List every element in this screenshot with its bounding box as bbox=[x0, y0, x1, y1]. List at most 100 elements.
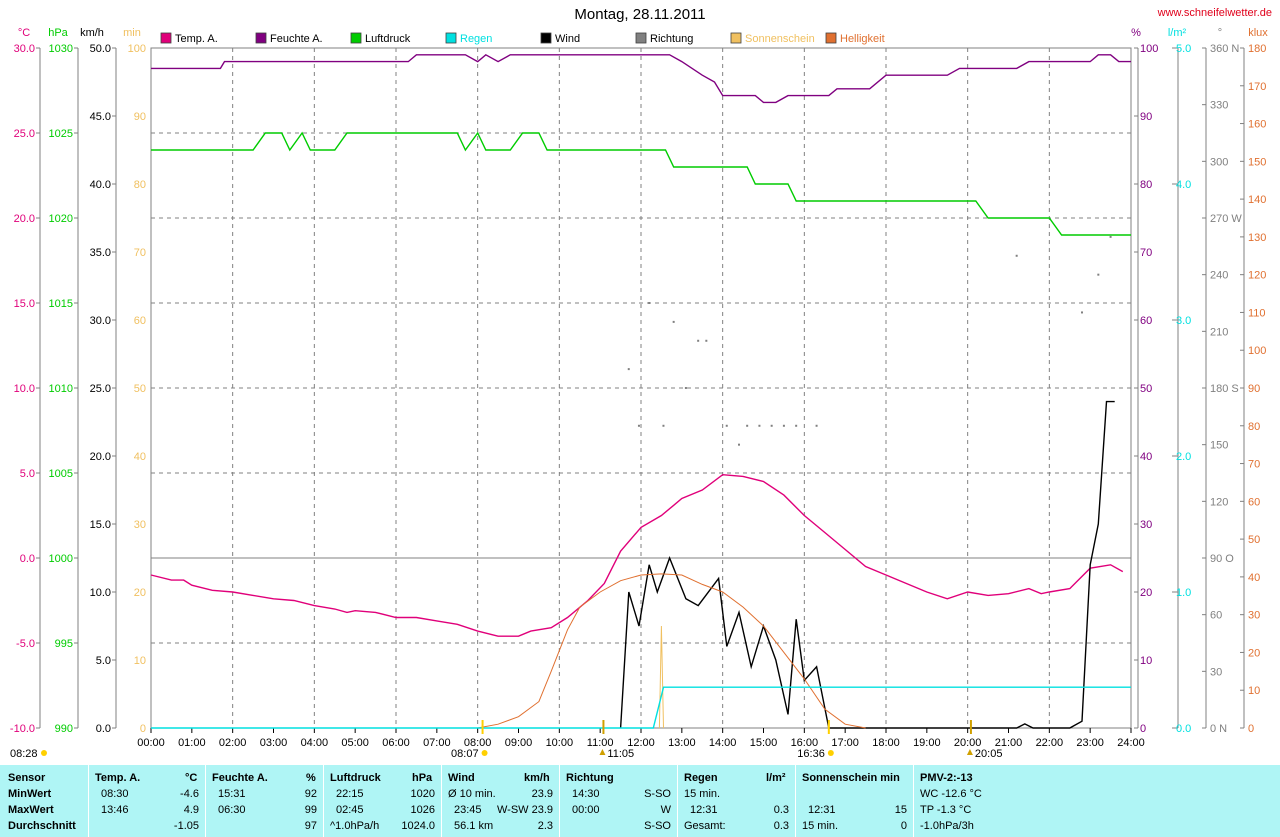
label-maxwert: MaxWert bbox=[8, 804, 54, 816]
direction-point bbox=[697, 339, 700, 342]
direction-point bbox=[684, 387, 687, 389]
legend: Temp. A. Feuchte A. Luftdruck Regen Wind Rich… bbox=[160, 32, 885, 45]
direction-point bbox=[662, 424, 665, 427]
x-tick-label: 10:00 bbox=[546, 737, 574, 749]
lux-tick-label: 120 bbox=[1248, 270, 1266, 282]
wind-head: Wind bbox=[448, 772, 475, 784]
legend-swatch bbox=[445, 32, 457, 44]
pressure-tick-label: 1000 bbox=[49, 553, 73, 565]
humidity-unit-label: % bbox=[1131, 27, 1141, 39]
direction-point bbox=[672, 320, 675, 323]
rain-head: Regen bbox=[684, 772, 718, 784]
sun-section: Sonnenschein min 12:31 15 15 min. 0 bbox=[796, 765, 914, 837]
series-feuchte-a-line bbox=[151, 53, 1131, 104]
x-tick-label: 19:00 bbox=[913, 737, 941, 749]
temp-tick-label: 20.0 bbox=[14, 213, 35, 225]
moon-icon bbox=[966, 749, 973, 755]
direction-min-val: S-SO bbox=[644, 788, 671, 800]
lux-tick-label: 60 bbox=[1248, 496, 1260, 508]
direction-section: Richtung 14:30 S-SO 00:00 W S-SO bbox=[560, 765, 678, 837]
direction-point bbox=[815, 424, 818, 427]
pressure-tick-label: 1025 bbox=[49, 128, 73, 140]
sun-tick-label: 90 bbox=[134, 111, 146, 123]
legend-swatch bbox=[160, 32, 172, 44]
stats-table: Sensor MinWert MaxWert Durchschnitt Temp… bbox=[0, 765, 1280, 837]
event-label: 08:07 bbox=[451, 748, 479, 760]
x-tick-label: 23:00 bbox=[1076, 737, 1104, 749]
lux-tick-label: 130 bbox=[1248, 232, 1266, 244]
legend-label: Feuchte A. bbox=[270, 33, 323, 45]
wind-unit-label: km/h bbox=[80, 27, 104, 39]
pressure-min-time: 22:15 bbox=[336, 788, 364, 800]
wind-tick-label: 10.0 bbox=[90, 587, 111, 599]
rain-max-time: 12:31 bbox=[690, 804, 718, 816]
humidity-tick-label: 10 bbox=[1140, 655, 1152, 667]
series-sonnenschein-line bbox=[658, 625, 664, 729]
x-tick-label: 15:00 bbox=[750, 737, 778, 749]
sun-max-val: 15 bbox=[894, 804, 907, 816]
pressure-unit: hPa bbox=[412, 772, 433, 784]
pressure-tick-label: 1005 bbox=[49, 468, 73, 480]
sun-tick-label: 80 bbox=[134, 179, 146, 191]
series-helligkeit-line bbox=[477, 573, 866, 729]
legend-swatch bbox=[540, 32, 552, 44]
direction-tick-label: 240 bbox=[1210, 270, 1228, 282]
pressure-tick-label: 1015 bbox=[49, 298, 73, 310]
legend-label: Wind bbox=[555, 33, 580, 45]
lux-tick-label: 90 bbox=[1248, 383, 1260, 395]
temp-tick-label: 25.0 bbox=[14, 128, 35, 140]
wind-avg10-label: Ø 10 min. bbox=[448, 788, 496, 800]
weather-chart: Temp. A. Feuchte A. Luftdruck Regen Wind Rich… bbox=[10, 27, 1268, 760]
rain-unit: l/m² bbox=[766, 772, 786, 784]
lux-tick-label: 100 bbox=[1248, 345, 1266, 357]
legend-label: Regen bbox=[460, 33, 492, 45]
direction-tick-label: 0 N bbox=[1210, 723, 1227, 735]
legend-swatch bbox=[350, 32, 362, 44]
x-tick-label: 06:00 bbox=[382, 737, 410, 749]
wind-tick-label: 30.0 bbox=[90, 315, 111, 327]
legend-swatch bbox=[825, 32, 837, 44]
x-tick-label: 09:00 bbox=[505, 737, 533, 749]
lux-tick-label: 170 bbox=[1248, 81, 1266, 93]
direction-tick-label: 300 bbox=[1210, 156, 1228, 168]
direction-tick-label: 90 O bbox=[1210, 553, 1234, 565]
direction-tick-label: 120 bbox=[1210, 496, 1228, 508]
rain-tick-label: 5.0 bbox=[1176, 43, 1191, 55]
rain-tick-label: 0.0 bbox=[1176, 723, 1191, 735]
lux-tick-label: 40 bbox=[1248, 572, 1260, 584]
humidity-tick-label: 20 bbox=[1140, 587, 1152, 599]
temp-unit-label: °C bbox=[18, 27, 30, 39]
x-tick-label: 17:00 bbox=[831, 737, 859, 749]
label-durchschnitt: Durchschnitt bbox=[8, 820, 76, 832]
direction-point bbox=[1109, 235, 1112, 238]
sun-icon bbox=[41, 750, 47, 756]
sun-tick-label: 30 bbox=[134, 519, 146, 531]
wind-tick-label: 35.0 bbox=[90, 247, 111, 259]
pressure-min-val: 1020 bbox=[410, 788, 435, 800]
rain-15min-label: 15 min. bbox=[684, 788, 721, 800]
pmv-dewpoint: TP -1.3 °C bbox=[920, 804, 972, 816]
row-labels: Sensor MinWert MaxWert Durchschnitt bbox=[0, 765, 89, 837]
event-label: 20:05 bbox=[975, 748, 1003, 760]
rain-tick-label: 4.0 bbox=[1176, 179, 1191, 191]
humidity-unit: % bbox=[306, 772, 316, 784]
temp-min-time: 08:30 bbox=[101, 788, 129, 800]
humidity-tick-label: 30 bbox=[1140, 519, 1152, 531]
sun-tick-label: 100 bbox=[128, 43, 146, 55]
x-tick-label: 13:00 bbox=[668, 737, 696, 749]
rain-tick-label: 1.0 bbox=[1176, 587, 1191, 599]
lux-tick-label: 180 bbox=[1248, 43, 1266, 55]
direction-max-time: 00:00 bbox=[572, 804, 600, 816]
direction-point bbox=[705, 339, 708, 342]
direction-point bbox=[782, 424, 785, 427]
sun-icon bbox=[827, 750, 834, 756]
x-tick-label: 22:00 bbox=[1036, 737, 1064, 749]
temp-unit: °C bbox=[185, 772, 198, 784]
pmv-windchill: WC -12.6 °C bbox=[920, 788, 982, 800]
temp-tick-label: -5.0 bbox=[16, 638, 35, 650]
x-tick-label: 00:00 bbox=[137, 737, 165, 749]
pressure-tick-label: 1030 bbox=[49, 43, 73, 55]
sun-15min-label: 15 min. bbox=[802, 820, 839, 832]
pmv-section: PMV-2:-13 WC -12.6 °C TP -1.3 °C -1.0hPa… bbox=[914, 765, 1034, 837]
legend-label: Richtung bbox=[650, 33, 693, 45]
